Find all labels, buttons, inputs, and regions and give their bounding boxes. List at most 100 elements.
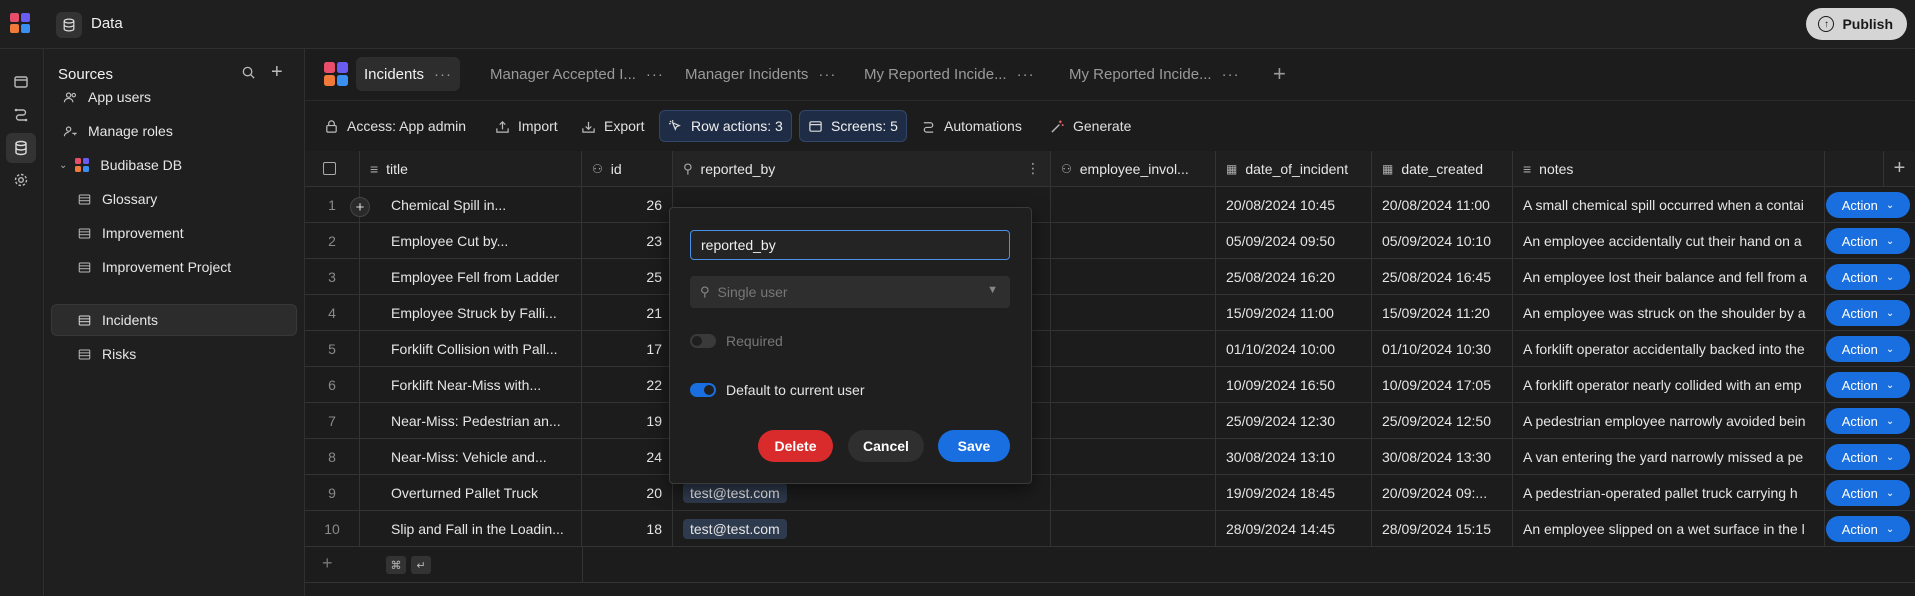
cell-employee-involved[interactable]: [1051, 331, 1216, 366]
more-icon[interactable]: ···: [818, 66, 836, 83]
cell-date-created[interactable]: 30/08/2024 13:30: [1372, 439, 1513, 474]
more-icon[interactable]: ···: [1017, 66, 1035, 83]
cell-date-of-incident[interactable]: 30/08/2024 13:10: [1216, 439, 1372, 474]
more-icon[interactable]: ···: [646, 66, 664, 83]
screens-button[interactable]: Screens: 5: [799, 110, 907, 142]
table-row[interactable]: 5 Forklift Collision with Pall... 17 01/10/…: [305, 331, 1915, 367]
generate-button[interactable]: Generate: [1042, 110, 1139, 142]
cell-notes[interactable]: A pedestrian-operated pallet truck carry…: [1513, 475, 1825, 510]
default-current-user-toggle[interactable]: [690, 383, 716, 397]
table-row[interactable]: 3 Employee Fell from Ladder 25 25/08/2024 1…: [305, 259, 1915, 295]
cell-date-of-incident[interactable]: 15/09/2024 11:00: [1216, 295, 1372, 330]
cancel-button[interactable]: Cancel: [848, 430, 924, 462]
cell-date-created[interactable]: 15/09/2024 11:20: [1372, 295, 1513, 330]
cell-date-of-incident[interactable]: 20/08/2024 10:45: [1216, 187, 1372, 222]
cell-title[interactable]: Overturned Pallet Truck: [360, 475, 582, 510]
required-toggle-row[interactable]: Required: [690, 333, 783, 349]
cell-employee-involved[interactable]: [1051, 403, 1216, 438]
cell-employee-involved[interactable]: [1051, 259, 1216, 294]
automations-button[interactable]: Automations: [913, 110, 1030, 142]
cell-date-created[interactable]: 25/09/2024 12:50: [1372, 403, 1513, 438]
table-row[interactable]: 9 Overturned Pallet Truck 20 test@test.com 1…: [305, 475, 1915, 511]
cell-id[interactable]: 25: [582, 259, 673, 294]
tab-incidents[interactable]: Incidents ···: [356, 57, 461, 91]
cell-employee-involved[interactable]: [1051, 223, 1216, 258]
cell-title[interactable]: Near-Miss: Vehicle and...: [360, 439, 582, 474]
row-action-button[interactable]: Action ⌄: [1826, 372, 1910, 398]
cell-notes[interactable]: A small chemical spill occurred when a c…: [1513, 187, 1825, 222]
cell-employee-involved[interactable]: [1051, 367, 1216, 402]
cell-notes[interactable]: A van entering the yard narrowly missed …: [1513, 439, 1825, 474]
column-name-input[interactable]: [690, 230, 1010, 260]
cell-notes[interactable]: An employee was struck on the shoulder b…: [1513, 295, 1825, 330]
cell-notes[interactable]: An employee accidentally cut their hand …: [1513, 223, 1825, 258]
cell-title[interactable]: Employee Fell from Ladder: [360, 259, 582, 294]
row-action-button[interactable]: Action ⌄: [1826, 192, 1910, 218]
cell-employee-involved[interactable]: [1051, 475, 1216, 510]
column-menu-icon[interactable]: ⋮: [1026, 160, 1040, 177]
source-item-budibase-db[interactable]: ⌄ Budibase DB: [51, 149, 297, 181]
cell-id[interactable]: 19: [582, 403, 673, 438]
source-item-improvement[interactable]: Improvement: [51, 217, 297, 249]
tab-my-reported-2[interactable]: My Reported Incide... ···: [1061, 57, 1248, 91]
cell-notes[interactable]: A forklift operator accidentally backed …: [1513, 331, 1825, 366]
column-header-id[interactable]: ⚇ id: [582, 151, 673, 187]
row-action-button[interactable]: Action ⌄: [1826, 300, 1910, 326]
table-row[interactable]: 8 Near-Miss: Vehicle and... 24 30/08/2024 1…: [305, 439, 1915, 475]
rail-settings-gear-icon[interactable]: [6, 165, 36, 195]
cell-employee-involved[interactable]: [1051, 439, 1216, 474]
cell-title[interactable]: Forklift Collision with Pall...: [360, 331, 582, 366]
select-all-checkbox-cell[interactable]: [305, 151, 360, 187]
row-action-button[interactable]: Action ⌄: [1826, 516, 1910, 542]
tab-manager-accepted[interactable]: Manager Accepted I... ···: [482, 57, 672, 91]
cell-title[interactable]: Chemical Spill in...: [360, 187, 582, 222]
access-button[interactable]: Access: App admin: [316, 110, 474, 142]
column-header-notes[interactable]: ≡ notes: [1513, 151, 1825, 187]
delete-button[interactable]: Delete: [758, 430, 833, 462]
cell-date-of-incident[interactable]: 28/09/2024 14:45: [1216, 511, 1372, 546]
row-action-button[interactable]: Action ⌄: [1826, 408, 1910, 434]
tab-manager-incidents[interactable]: Manager Incidents ···: [677, 57, 844, 91]
column-header-title[interactable]: ≡ title: [360, 151, 582, 187]
add-view-plus-icon[interactable]: +: [1273, 61, 1286, 87]
cell-id[interactable]: 21: [582, 295, 673, 330]
cell-date-of-incident[interactable]: 25/09/2024 12:30: [1216, 403, 1372, 438]
source-item-risks[interactable]: Risks: [51, 338, 297, 370]
source-item-improvement-project[interactable]: Improvement Project: [51, 251, 297, 283]
row-action-button[interactable]: Action ⌄: [1826, 264, 1910, 290]
cell-id[interactable]: 24: [582, 439, 673, 474]
default-current-user-toggle-row[interactable]: Default to current user: [690, 382, 865, 398]
table-row[interactable]: 6 Forklift Near-Miss with... 22 10/09/2024 …: [305, 367, 1915, 403]
column-header-employee-involved[interactable]: ⚇ employee_invol...: [1051, 151, 1216, 187]
rail-automations-icon[interactable]: [6, 99, 36, 129]
cell-date-of-incident[interactable]: 05/09/2024 09:50: [1216, 223, 1372, 258]
cell-date-created[interactable]: 25/08/2024 16:45: [1372, 259, 1513, 294]
cell-title[interactable]: Employee Struck by Falli...: [360, 295, 582, 330]
more-icon[interactable]: ···: [434, 66, 452, 83]
more-icon[interactable]: ···: [1222, 66, 1240, 83]
row-action-button[interactable]: Action ⌄: [1826, 228, 1910, 254]
rail-data-icon[interactable]: [6, 133, 36, 163]
cell-id[interactable]: 22: [582, 367, 673, 402]
cell-notes[interactable]: An employee slipped on a wet surface in …: [1513, 511, 1825, 546]
cell-reported-by[interactable]: test@test.com: [673, 511, 1051, 546]
cell-date-created[interactable]: 10/09/2024 17:05: [1372, 367, 1513, 402]
cell-id[interactable]: 17: [582, 331, 673, 366]
cell-employee-involved[interactable]: [1051, 511, 1216, 546]
source-item-app-users[interactable]: App users: [51, 81, 297, 113]
cell-title[interactable]: Near-Miss: Pedestrian an...: [360, 403, 582, 438]
row-actions-button[interactable]: Row actions: 3: [659, 110, 792, 142]
tab-my-reported-1[interactable]: My Reported Incide... ···: [856, 57, 1043, 91]
cell-date-created[interactable]: 01/10/2024 10:30: [1372, 331, 1513, 366]
save-button[interactable]: Save: [938, 430, 1010, 462]
add-row-plus-icon[interactable]: +: [322, 553, 333, 574]
budibase-logo[interactable]: [9, 12, 31, 34]
table-row[interactable]: 2 Employee Cut by... 23 05/09/2024 09:50 05/…: [305, 223, 1915, 259]
cell-date-of-incident[interactable]: 01/10/2024 10:00: [1216, 331, 1372, 366]
column-header-date-created[interactable]: ▦ date_created: [1372, 151, 1513, 187]
cell-notes[interactable]: An employee lost their balance and fell …: [1513, 259, 1825, 294]
source-item-manage-roles[interactable]: Manage roles: [51, 115, 297, 147]
cell-id[interactable]: 18: [582, 511, 673, 546]
cell-notes[interactable]: A forklift operator nearly collided with…: [1513, 367, 1825, 402]
row-action-button[interactable]: Action ⌄: [1826, 480, 1910, 506]
